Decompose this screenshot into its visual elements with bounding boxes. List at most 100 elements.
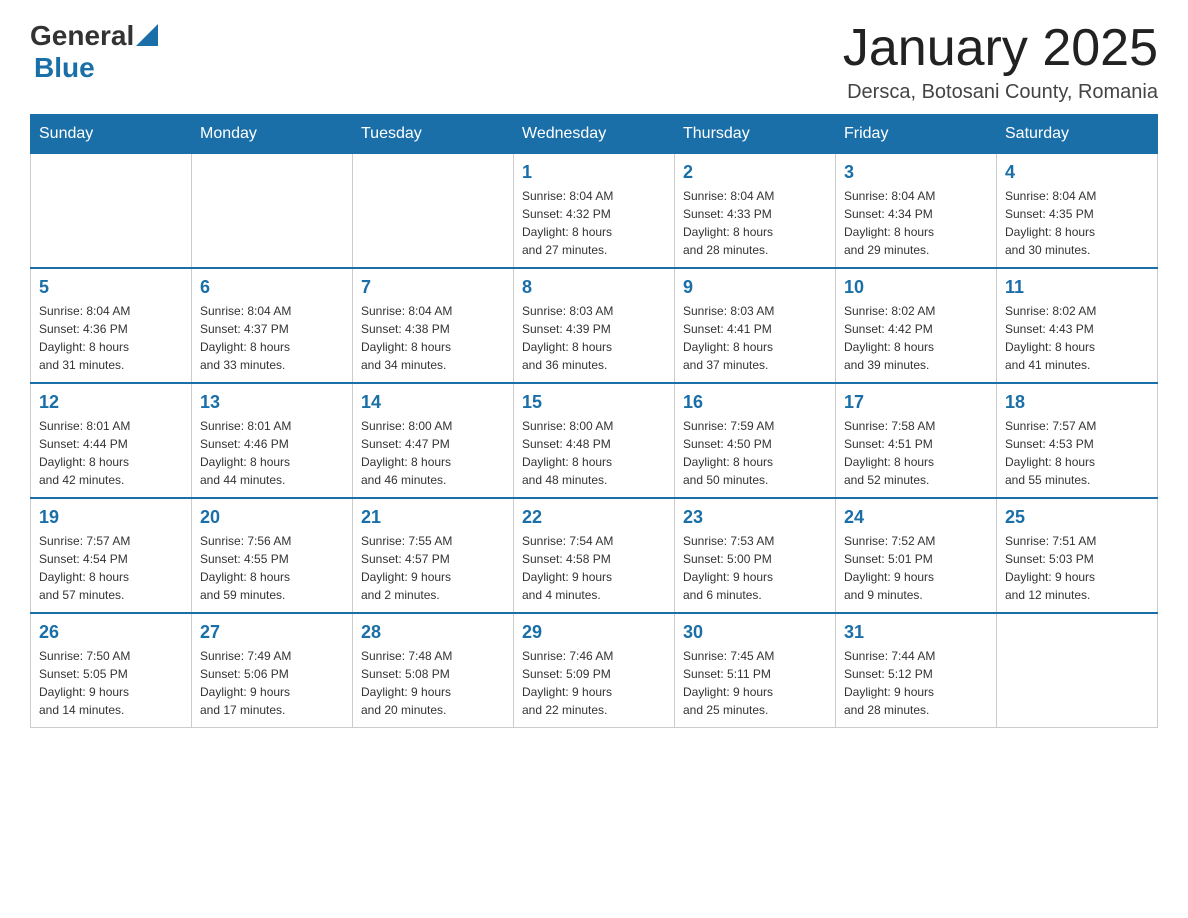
calendar-cell: 8Sunrise: 8:03 AM Sunset: 4:39 PM Daylig… <box>514 268 675 383</box>
calendar-cell: 20 Sunrise: 7:56 AM Sunset: 4:55 PM Dayli… <box>192 498 353 613</box>
calendar-cell <box>192 154 353 269</box>
day-number: 13 <box>200 392 344 413</box>
day-info: Sunrise: 8:04 AM Sunset: 4:32 PM Dayligh… <box>522 187 666 259</box>
day-info: Sunrise: 8:01 AM Sunset: 4:44 PM Dayligh… <box>39 417 183 489</box>
day-number: 1 <box>522 162 666 183</box>
calendar-cell: 26Sunrise: 7:50 AM Sunset: 5:05 PM Dayli… <box>31 613 192 728</box>
day-number: 30 <box>683 622 827 643</box>
day-number: 12 <box>39 392 183 413</box>
day-number: 11 <box>1005 277 1149 298</box>
calendar-cell: 23 Sunrise: 7:53 AM Sunset: 5:00 PM Dayli… <box>675 498 836 613</box>
calendar-header-row: SundayMondayTuesdayWednesdayThursdayFrid… <box>31 115 1158 154</box>
calendar-header-tuesday: Tuesday <box>353 115 514 154</box>
calendar-table: SundayMondayTuesdayWednesdayThursdayFrid… <box>30 114 1158 728</box>
day-info: Sunrise: 8:04 AM Sunset: 4:38 PM Dayligh… <box>361 302 505 374</box>
day-number: 17 <box>844 392 988 413</box>
day-info: Sunrise: 7:59 AM Sunset: 4:50 PM Dayligh… <box>683 417 827 489</box>
day-number: 15 <box>522 392 666 413</box>
calendar-cell: 2Sunrise: 8:04 AM Sunset: 4:33 PM Daylig… <box>675 154 836 269</box>
day-number: 2 <box>683 162 827 183</box>
day-info: Sunrise: 7:51 AM Sunset: 5:03 PM Dayligh… <box>1005 532 1149 604</box>
calendar-cell: 17 Sunrise: 7:58 AM Sunset: 4:51 PM Dayli… <box>836 383 997 498</box>
calendar-cell: 9Sunrise: 8:03 AM Sunset: 4:41 PM Daylig… <box>675 268 836 383</box>
calendar-cell <box>353 154 514 269</box>
day-info: Sunrise: 8:04 AM Sunset: 4:36 PM Dayligh… <box>39 302 183 374</box>
day-number: 24 <box>844 507 988 528</box>
calendar-cell: 19Sunrise: 7:57 AM Sunset: 4:54 PM Dayli… <box>31 498 192 613</box>
location-title: Dersca, Botosani County, Romania <box>843 81 1158 104</box>
day-info: Sunrise: 7:46 AM Sunset: 5:09 PM Dayligh… <box>522 647 666 719</box>
day-info: Sunrise: 7:52 AM Sunset: 5:01 PM Dayligh… <box>844 532 988 604</box>
day-number: 4 <box>1005 162 1149 183</box>
day-info: Sunrise: 7:48 AM Sunset: 5:08 PM Dayligh… <box>361 647 505 719</box>
day-number: 29 <box>522 622 666 643</box>
day-info: Sunrise: 8:00 AM Sunset: 4:48 PM Dayligh… <box>522 417 666 489</box>
day-number: 6 <box>200 277 344 298</box>
day-info: Sunrise: 8:00 AM Sunset: 4:47 PM Dayligh… <box>361 417 505 489</box>
calendar-cell: 15 Sunrise: 8:00 AM Sunset: 4:48 PM Dayli… <box>514 383 675 498</box>
calendar-cell: 6 Sunrise: 8:04 AM Sunset: 4:37 PM Daylig… <box>192 268 353 383</box>
day-number: 26 <box>39 622 183 643</box>
day-info: Sunrise: 8:02 AM Sunset: 4:42 PM Dayligh… <box>844 302 988 374</box>
calendar-cell: 5 Sunrise: 8:04 AM Sunset: 4:36 PM Daylig… <box>31 268 192 383</box>
day-number: 23 <box>683 507 827 528</box>
calendar-cell: 21Sunrise: 7:55 AM Sunset: 4:57 PM Dayli… <box>353 498 514 613</box>
calendar-cell: 30 Sunrise: 7:45 AM Sunset: 5:11 PM Dayli… <box>675 613 836 728</box>
day-number: 3 <box>844 162 988 183</box>
calendar-cell <box>31 154 192 269</box>
calendar-cell: 10 Sunrise: 8:02 AM Sunset: 4:42 PM Dayli… <box>836 268 997 383</box>
day-info: Sunrise: 8:01 AM Sunset: 4:46 PM Dayligh… <box>200 417 344 489</box>
calendar-cell: 12 Sunrise: 8:01 AM Sunset: 4:44 PM Dayli… <box>31 383 192 498</box>
day-info: Sunrise: 7:44 AM Sunset: 5:12 PM Dayligh… <box>844 647 988 719</box>
calendar-cell: 22Sunrise: 7:54 AM Sunset: 4:58 PM Dayli… <box>514 498 675 613</box>
day-number: 28 <box>361 622 505 643</box>
day-number: 16 <box>683 392 827 413</box>
day-info: Sunrise: 7:53 AM Sunset: 5:00 PM Dayligh… <box>683 532 827 604</box>
calendar-week-row: 1 Sunrise: 8:04 AM Sunset: 4:32 PM Daylig… <box>31 154 1158 269</box>
day-number: 18 <box>1005 392 1149 413</box>
day-info: Sunrise: 7:45 AM Sunset: 5:11 PM Dayligh… <box>683 647 827 719</box>
calendar-cell: 24 Sunrise: 7:52 AM Sunset: 5:01 PM Dayli… <box>836 498 997 613</box>
calendar-cell: 13 Sunrise: 8:01 AM Sunset: 4:46 PM Dayli… <box>192 383 353 498</box>
day-number: 7 <box>361 277 505 298</box>
calendar-cell: 11 Sunrise: 8:02 AM Sunset: 4:43 PM Dayli… <box>997 268 1158 383</box>
calendar-cell: 28 Sunrise: 7:48 AM Sunset: 5:08 PM Dayli… <box>353 613 514 728</box>
day-info: Sunrise: 7:56 AM Sunset: 4:55 PM Dayligh… <box>200 532 344 604</box>
day-number: 27 <box>200 622 344 643</box>
calendar-cell: 7 Sunrise: 8:04 AM Sunset: 4:38 PM Daylig… <box>353 268 514 383</box>
calendar-cell <box>997 613 1158 728</box>
calendar-cell: 16 Sunrise: 7:59 AM Sunset: 4:50 PM Dayli… <box>675 383 836 498</box>
calendar-week-row: 12 Sunrise: 8:01 AM Sunset: 4:44 PM Dayli… <box>31 383 1158 498</box>
calendar-header-thursday: Thursday <box>675 115 836 154</box>
day-info: Sunrise: 7:57 AM Sunset: 4:53 PM Dayligh… <box>1005 417 1149 489</box>
calendar-cell: 27Sunrise: 7:49 AM Sunset: 5:06 PM Dayli… <box>192 613 353 728</box>
day-info: Sunrise: 8:04 AM Sunset: 4:37 PM Dayligh… <box>200 302 344 374</box>
page-header: General Blue January 2025 Dersca, Botosa… <box>30 20 1158 104</box>
calendar-cell: 31Sunrise: 7:44 AM Sunset: 5:12 PM Dayli… <box>836 613 997 728</box>
calendar-cell: 25Sunrise: 7:51 AM Sunset: 5:03 PM Dayli… <box>997 498 1158 613</box>
calendar-header-wednesday: Wednesday <box>514 115 675 154</box>
day-number: 14 <box>361 392 505 413</box>
logo-triangle-icon <box>136 24 158 46</box>
calendar-cell: 18 Sunrise: 7:57 AM Sunset: 4:53 PM Dayli… <box>997 383 1158 498</box>
title-section: January 2025 Dersca, Botosani County, Ro… <box>843 20 1158 104</box>
calendar-cell: 29 Sunrise: 7:46 AM Sunset: 5:09 PM Dayli… <box>514 613 675 728</box>
day-info: Sunrise: 7:55 AM Sunset: 4:57 PM Dayligh… <box>361 532 505 604</box>
calendar-header-sunday: Sunday <box>31 115 192 154</box>
day-info: Sunrise: 8:03 AM Sunset: 4:39 PM Dayligh… <box>522 302 666 374</box>
calendar-header-friday: Friday <box>836 115 997 154</box>
calendar-header-monday: Monday <box>192 115 353 154</box>
day-number: 20 <box>200 507 344 528</box>
day-info: Sunrise: 7:57 AM Sunset: 4:54 PM Dayligh… <box>39 532 183 604</box>
calendar-cell: 1 Sunrise: 8:04 AM Sunset: 4:32 PM Daylig… <box>514 154 675 269</box>
calendar-week-row: 26Sunrise: 7:50 AM Sunset: 5:05 PM Dayli… <box>31 613 1158 728</box>
day-number: 10 <box>844 277 988 298</box>
day-info: Sunrise: 8:04 AM Sunset: 4:34 PM Dayligh… <box>844 187 988 259</box>
day-info: Sunrise: 8:02 AM Sunset: 4:43 PM Dayligh… <box>1005 302 1149 374</box>
day-number: 5 <box>39 277 183 298</box>
day-number: 9 <box>683 277 827 298</box>
day-info: Sunrise: 7:58 AM Sunset: 4:51 PM Dayligh… <box>844 417 988 489</box>
calendar-header-saturday: Saturday <box>997 115 1158 154</box>
day-info: Sunrise: 8:04 AM Sunset: 4:35 PM Dayligh… <box>1005 187 1149 259</box>
calendar-cell: 3 Sunrise: 8:04 AM Sunset: 4:34 PM Daylig… <box>836 154 997 269</box>
